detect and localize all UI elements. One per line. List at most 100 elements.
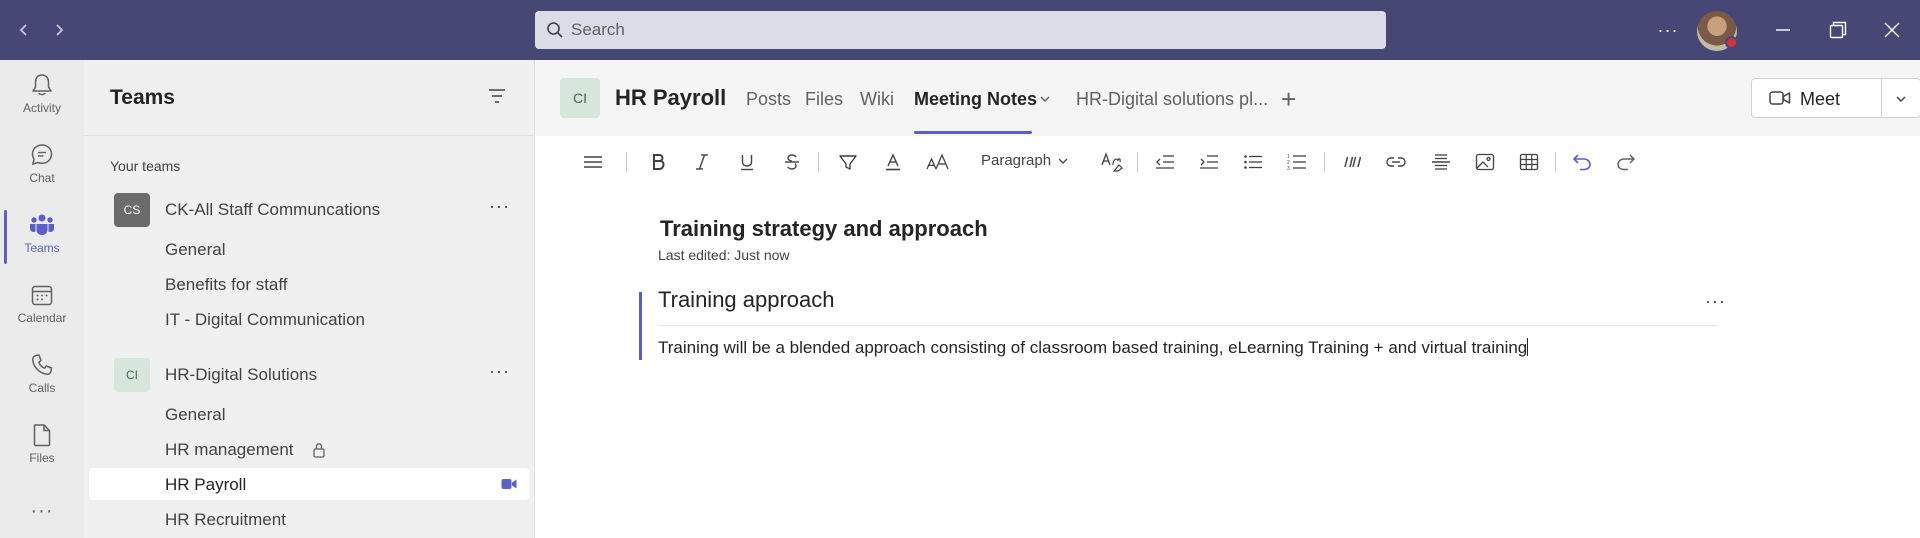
back-arrow-icon[interactable]: [10, 16, 38, 44]
channel-header: CI HR Payroll Posts Files Wiki Meeting N…: [535, 60, 1920, 136]
team-row-ck-all-staff[interactable]: CS CK-All Staff Communcations ···: [84, 190, 535, 230]
channel-name: HR Recruitment: [165, 510, 286, 529]
calendar-icon: [31, 285, 53, 306]
rail-item-teams[interactable]: Teams: [0, 204, 84, 270]
section-divider: [658, 325, 1718, 326]
link-icon[interactable]: [1383, 150, 1409, 174]
section-body-editor[interactable]: Training will be a blended approach cons…: [658, 338, 1529, 358]
rail-item-calls[interactable]: Calls: [0, 344, 84, 410]
bold-icon[interactable]: [645, 150, 671, 174]
tab-files[interactable]: Files: [805, 89, 843, 110]
channel-name: General: [165, 240, 226, 259]
channel-item[interactable]: HR Recruitment: [89, 503, 529, 535]
tab-meeting-notes[interactable]: Meeting Notes: [914, 89, 1037, 110]
rail-label: Activity: [22, 101, 61, 115]
italic-icon[interactable]: [689, 150, 715, 174]
forward-arrow-icon[interactable]: [45, 16, 73, 44]
toolbar-separator: [818, 152, 819, 172]
more-options-label: ···: [1657, 19, 1679, 40]
image-icon[interactable]: [1472, 150, 1498, 174]
toolbar-separator: [1324, 152, 1325, 172]
channel-item[interactable]: HR management: [89, 433, 529, 465]
quote-icon[interactable]: [1339, 150, 1365, 174]
channel-title: HR Payroll: [615, 85, 727, 110]
tab-hr-digital-solutions-plan[interactable]: HR-Digital solutions pl...: [1076, 89, 1268, 110]
channel-item[interactable]: General: [89, 398, 529, 430]
teams-panel: Teams Your teams CS CK-All Staff Communc…: [84, 60, 535, 538]
channel-item[interactable]: Benefits for staff: [89, 268, 529, 300]
team-row-hr-digital-solutions[interactable]: CI HR-Digital Solutions ···: [84, 355, 535, 395]
search-input[interactable]: [571, 11, 1371, 49]
lock-icon: [313, 443, 325, 458]
add-tab-button[interactable]: +: [1281, 84, 1296, 115]
table-icon[interactable]: [1516, 150, 1542, 174]
restore-icon[interactable]: [1822, 14, 1854, 46]
channel-item-selected[interactable]: HR Payroll: [89, 468, 529, 500]
svg-text:3: 3: [1287, 166, 1290, 171]
team-more-options[interactable]: ···: [489, 361, 510, 382]
minimize-icon[interactable]: [1767, 14, 1799, 46]
meet-dropdown-button[interactable]: [1881, 78, 1920, 118]
chevron-down-icon: [1896, 96, 1906, 102]
strikethrough-icon[interactable]: [779, 150, 805, 174]
section-body-text: Training will be a blended approach cons…: [658, 338, 1528, 357]
rail-label: Chat: [29, 171, 55, 185]
meet-button[interactable]: Meet: [1751, 78, 1882, 118]
font-color-icon[interactable]: [880, 150, 906, 174]
channel-name: Benefits for staff: [165, 275, 288, 294]
chevron-down-icon: [1058, 158, 1068, 164]
close-icon[interactable]: [1876, 14, 1908, 46]
search-box[interactable]: [535, 11, 1386, 49]
text-cursor: [1527, 338, 1529, 356]
redo-icon[interactable]: [1613, 150, 1639, 174]
rail-item-chat[interactable]: Chat: [0, 134, 84, 200]
video-camera-icon: [501, 479, 517, 489]
numbered-list-icon[interactable]: 123: [1284, 150, 1310, 174]
your-teams-label: Your teams: [110, 158, 181, 174]
section-heading[interactable]: Training approach: [658, 287, 835, 313]
paragraph-style-label: Paragraph: [981, 152, 1052, 169]
underline-icon[interactable]: [734, 150, 760, 174]
video-camera-icon: [1769, 91, 1791, 105]
clear-formatting-icon[interactable]: [1100, 150, 1126, 174]
paragraph-style-dropdown[interactable]: Paragraph: [981, 152, 1069, 169]
bulleted-list-icon[interactable]: [1240, 150, 1266, 174]
channel-name: HR Payroll: [165, 475, 247, 494]
toolbar-separator: [1555, 152, 1556, 172]
team-more-options[interactable]: ···: [489, 196, 510, 217]
channel-item[interactable]: IT - Digital Communication: [89, 303, 529, 335]
highlighter-icon[interactable]: [835, 150, 861, 174]
team-avatar: CS: [114, 193, 150, 227]
decrease-indent-icon[interactable]: [1152, 150, 1178, 174]
font-size-icon[interactable]: [925, 150, 951, 174]
channel-item[interactable]: General: [89, 233, 529, 265]
increase-indent-icon[interactable]: [1196, 150, 1222, 174]
rail-item-calendar[interactable]: Calendar: [0, 274, 84, 340]
channel-team-avatar: CI: [560, 78, 600, 118]
filter-icon[interactable]: [488, 88, 506, 104]
tab-wiki[interactable]: Wiki: [860, 89, 894, 110]
active-tab-indicator: [914, 131, 1032, 134]
undo-icon[interactable]: [1569, 150, 1595, 174]
page-title[interactable]: Training strategy and approach: [660, 216, 988, 242]
formatting-toolbar: Paragraph 123: [535, 136, 1920, 188]
more-options-icon[interactable]: ···: [1652, 14, 1684, 46]
rail-more-apps[interactable]: ···: [0, 500, 84, 523]
teams-panel-header: Teams: [84, 60, 534, 136]
tab-posts[interactable]: Posts: [746, 89, 791, 110]
toolbar-separator: [1137, 152, 1138, 172]
section-more-options[interactable]: ···: [1705, 291, 1726, 312]
chevron-down-icon[interactable]: [1039, 93, 1051, 105]
team-avatar: CI: [114, 358, 150, 392]
channel-name: IT - Digital Communication: [165, 310, 365, 329]
rail-item-files[interactable]: Files: [0, 414, 84, 480]
section-active-indicator: [639, 292, 642, 360]
teams-panel-title: Teams: [110, 86, 175, 109]
main-content: CI HR Payroll Posts Files Wiki Meeting N…: [535, 60, 1920, 538]
horizontal-rule-icon[interactable]: [1428, 150, 1454, 174]
presence-busy-icon: [1725, 36, 1738, 49]
rail-item-activity[interactable]: Activity: [0, 64, 84, 130]
bell-icon: [32, 74, 52, 96]
menu-icon[interactable]: [580, 150, 606, 174]
team-name: CK-All Staff Communcations: [165, 200, 381, 219]
